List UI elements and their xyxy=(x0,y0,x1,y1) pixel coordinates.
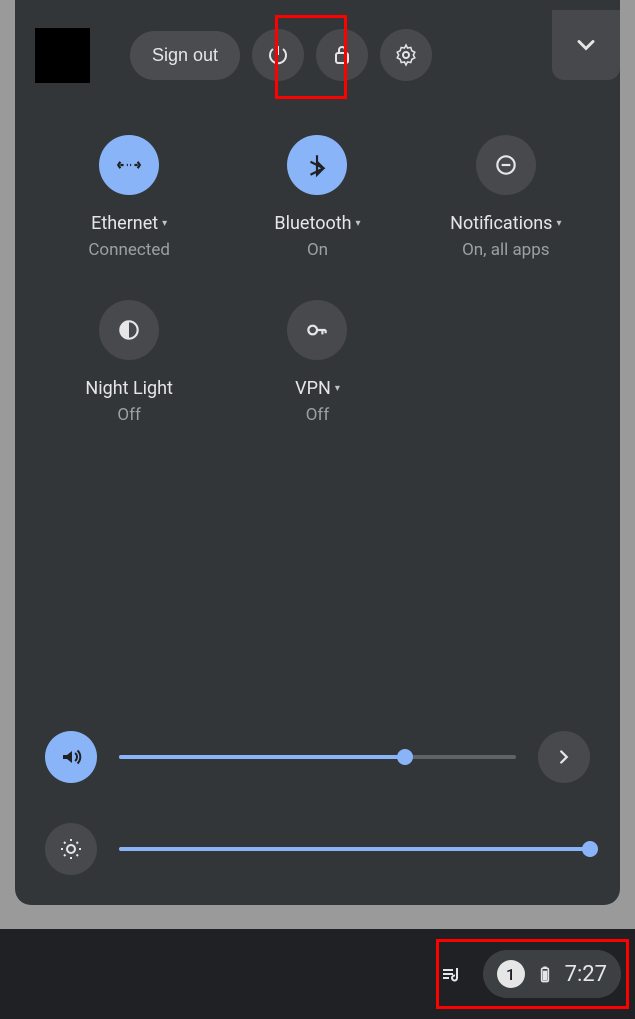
volume-icon[interactable] xyxy=(45,731,97,783)
lock-button[interactable] xyxy=(316,29,368,81)
tile-label: Notifications▾ xyxy=(450,213,561,234)
tile-nightlight[interactable]: Night Light Off xyxy=(35,300,223,425)
quick-tiles: Ethernet▾ Connected Bluetooth▾ On Notifi… xyxy=(35,135,600,425)
status-tray[interactable]: 1 7:27 xyxy=(483,950,621,998)
power-button[interactable] xyxy=(252,29,304,81)
bluetooth-icon xyxy=(287,135,347,195)
power-icon xyxy=(266,43,290,67)
settings-button[interactable] xyxy=(380,29,432,81)
chevron-right-icon xyxy=(553,746,575,768)
notification-count-badge: 1 xyxy=(497,960,525,988)
brightness-slider[interactable] xyxy=(119,847,590,851)
volume-row xyxy=(45,731,590,783)
tile-vpn[interactable]: VPN▾ Off xyxy=(223,300,411,425)
tile-notifications[interactable]: Notifications▾ On, all apps xyxy=(412,135,600,260)
avatar[interactable] xyxy=(35,28,90,83)
tile-label: Ethernet▾ xyxy=(91,213,167,234)
tile-sub: On xyxy=(307,240,328,260)
battery-icon xyxy=(535,964,555,984)
clock: 7:27 xyxy=(565,962,607,987)
tile-bluetooth[interactable]: Bluetooth▾ On xyxy=(223,135,411,260)
tile-sub: Off xyxy=(117,405,141,425)
vpn-icon xyxy=(287,300,347,360)
collapse-button[interactable] xyxy=(552,10,620,80)
notifications-icon xyxy=(476,135,536,195)
lock-icon xyxy=(330,43,354,67)
shelf: 1 7:27 xyxy=(0,929,635,1019)
panel-header: Sign out xyxy=(35,20,600,90)
media-controls-button[interactable] xyxy=(429,952,473,996)
tile-sub: On, all apps xyxy=(462,240,550,260)
audio-expand-button[interactable] xyxy=(538,731,590,783)
tile-label: Bluetooth▾ xyxy=(274,213,360,234)
music-note-icon xyxy=(439,962,463,986)
sliders-area xyxy=(45,731,590,875)
brightness-row xyxy=(45,823,590,875)
gear-icon xyxy=(394,43,418,67)
nightlight-icon xyxy=(99,300,159,360)
tile-label: Night Light xyxy=(85,378,173,399)
ethernet-icon xyxy=(99,135,159,195)
volume-slider[interactable] xyxy=(119,755,516,759)
brightness-icon[interactable] xyxy=(45,823,97,875)
tile-ethernet[interactable]: Ethernet▾ Connected xyxy=(35,135,223,260)
quick-settings-panel: Sign out Ethernet▾ Connected Blueto xyxy=(15,0,620,905)
tile-sub: Connected xyxy=(88,240,170,260)
tile-label: VPN▾ xyxy=(295,378,340,399)
chevron-down-icon xyxy=(572,31,600,59)
tile-sub: Off xyxy=(306,405,330,425)
signout-button[interactable]: Sign out xyxy=(130,31,240,80)
